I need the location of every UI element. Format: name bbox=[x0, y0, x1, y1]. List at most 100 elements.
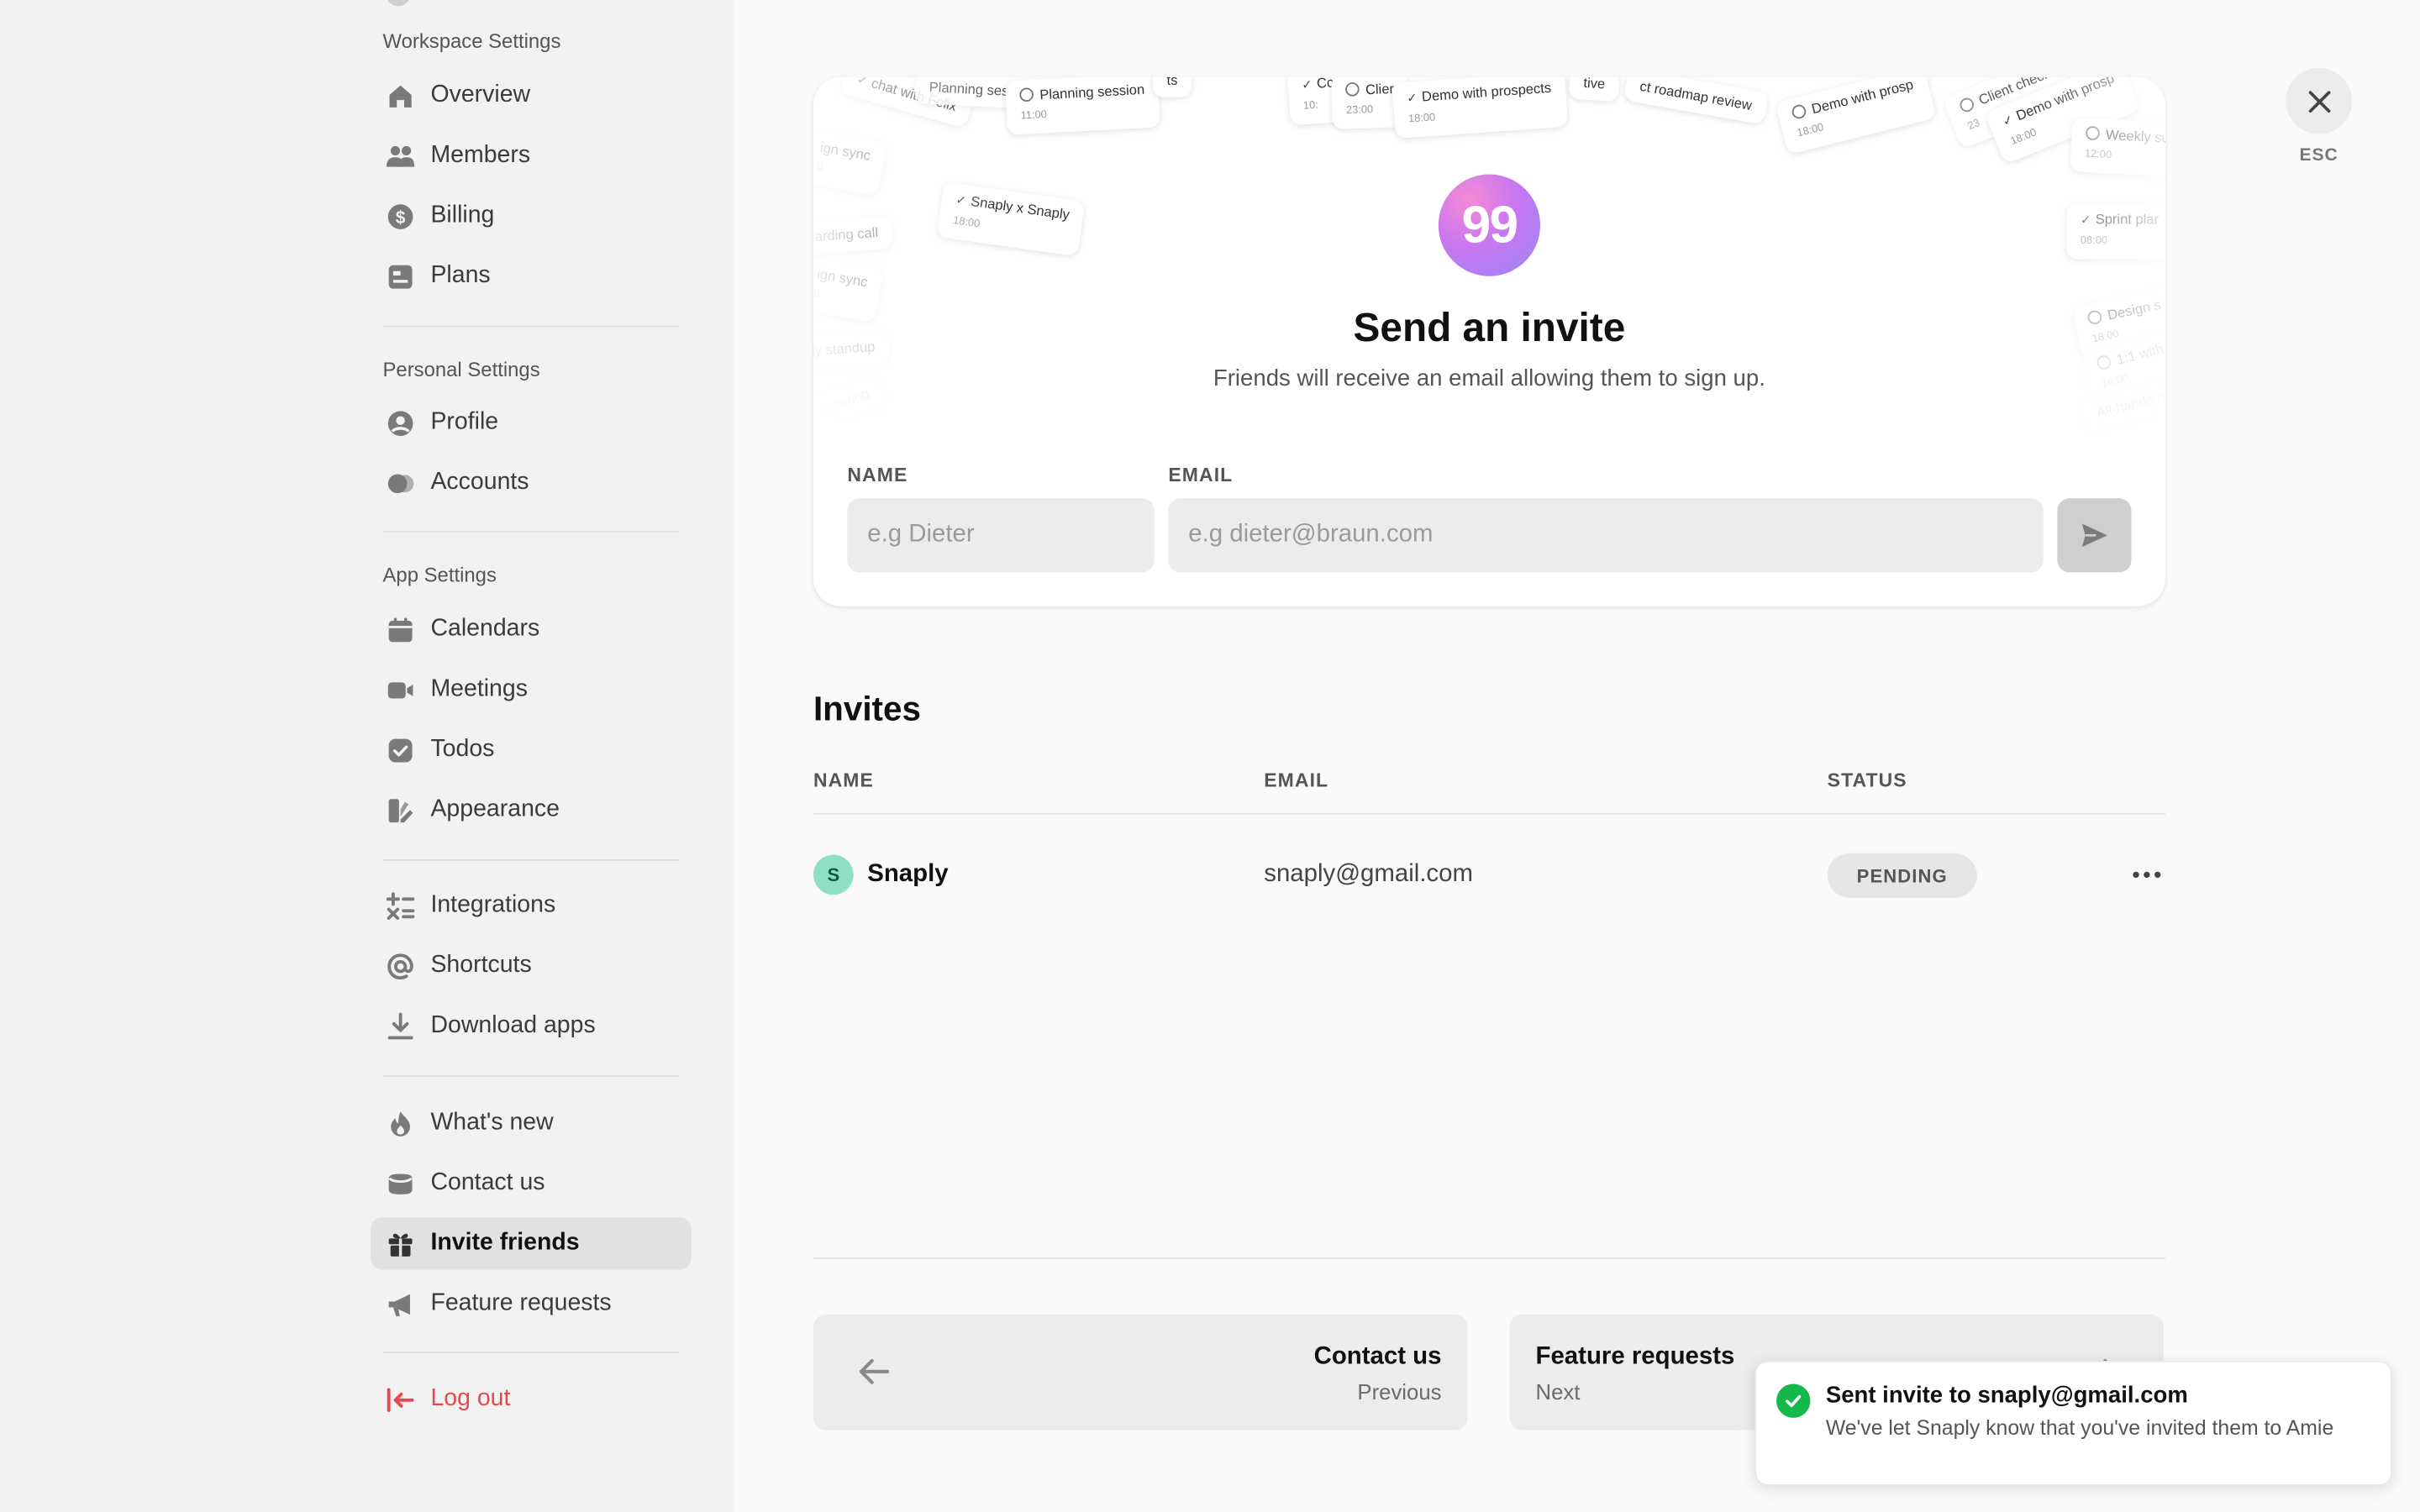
gift-icon bbox=[384, 1228, 415, 1259]
invites-heading: Invites bbox=[813, 690, 921, 728]
sidebar-item-download-apps[interactable]: Download apps bbox=[371, 1000, 692, 1052]
event-chip: tive bbox=[1568, 76, 1621, 102]
logout-icon bbox=[384, 1384, 415, 1415]
event-chip: ts bbox=[1153, 76, 1192, 97]
sidebar-item-contact-us[interactable]: Contact us bbox=[371, 1158, 692, 1210]
sidebar-item-profile[interactable]: Profile bbox=[371, 396, 692, 449]
sidebar-item-meetings[interactable]: Meetings bbox=[371, 664, 692, 716]
sidebar-item-plans[interactable]: Plans bbox=[371, 250, 692, 302]
sidebar-item-billing[interactable]: $ Billing bbox=[371, 190, 692, 242]
flame-icon bbox=[384, 1108, 415, 1139]
event-chip: Planning session 11:00 bbox=[1004, 76, 1161, 135]
section-heading-workspace: Workspace Settings bbox=[382, 29, 561, 53]
invite-card: ✓chat with Felix Planning sessio Plannin… bbox=[813, 76, 2165, 606]
sidebar-item-label: Members bbox=[430, 141, 531, 169]
toast-title: Sent invite to snaply@gmail.com bbox=[1825, 1382, 2188, 1409]
download-icon bbox=[384, 1011, 415, 1042]
sidebar-item-invite-friends[interactable]: Invite friends bbox=[370, 1217, 692, 1270]
dollar-icon: $ bbox=[384, 201, 415, 232]
event-chip: ✓ Demo with prospects 18:00 bbox=[1392, 76, 1568, 139]
previous-page-sub: Previous bbox=[1357, 1379, 1442, 1404]
sidebar-item-accounts[interactable]: Accounts bbox=[371, 457, 692, 509]
inbox-icon bbox=[384, 1168, 415, 1199]
sidebar-item-whats-new[interactable]: What's new bbox=[371, 1097, 692, 1149]
sidebar-divider bbox=[382, 859, 680, 861]
sidebar-item-feature-requests[interactable]: Feature requests bbox=[371, 1278, 692, 1330]
sidebar-item-overview[interactable]: Overview bbox=[371, 70, 692, 122]
event-chip: ✓ Snaply x Snaply 18:00 bbox=[936, 181, 1086, 257]
event-chip: Demo with prosp 18:00 bbox=[1775, 76, 1936, 155]
appearance-icon bbox=[384, 795, 415, 826]
event-chip: ct roadmap review bbox=[1623, 76, 1769, 125]
event-chip: arding call bbox=[813, 216, 893, 255]
sidebar-item-shortcuts[interactable]: Shortcuts bbox=[371, 940, 692, 992]
email-input[interactable] bbox=[1168, 498, 2044, 573]
send-invite-button[interactable] bbox=[2057, 498, 2132, 573]
sidebar-divider bbox=[382, 530, 680, 533]
members-icon bbox=[384, 140, 415, 171]
svg-text:$: $ bbox=[395, 207, 405, 227]
close-button[interactable] bbox=[2286, 67, 2353, 134]
toast-body: We've let Snaply know that you've invite… bbox=[1825, 1416, 2334, 1440]
sidebar-item-label: Integrations bbox=[430, 891, 556, 918]
avatar: S bbox=[813, 854, 854, 895]
status-badge: PENDING bbox=[1827, 853, 1977, 898]
sidebar-item-appearance[interactable]: Appearance bbox=[371, 784, 692, 836]
row-more-button[interactable] bbox=[2127, 861, 2167, 889]
video-icon bbox=[384, 675, 415, 706]
sidebar-item-calendars[interactable]: Calendars bbox=[371, 603, 692, 655]
sidebar-item-todos[interactable]: Todos bbox=[371, 723, 692, 775]
logout-button[interactable]: Log out bbox=[371, 1373, 692, 1425]
section-heading-app: App Settings bbox=[382, 563, 497, 586]
sidebar-item-label: Shortcuts bbox=[430, 952, 532, 979]
name-field-label: NAME bbox=[847, 464, 908, 486]
sidebar-item-label: Profile bbox=[430, 408, 499, 435]
sidebar-item-members[interactable]: Members bbox=[371, 129, 692, 181]
event-chip: ign sync 0 bbox=[813, 129, 887, 197]
sidebar-divider bbox=[382, 1351, 680, 1353]
sidebar-item-label: Contact us bbox=[430, 1169, 545, 1196]
sidebar-item-label: What's new bbox=[430, 1109, 554, 1136]
sidebar-item-label: Invite friends bbox=[430, 1229, 580, 1257]
sidebar-item-integrations[interactable]: Integrations bbox=[371, 879, 692, 932]
arrow-left-icon bbox=[856, 1356, 890, 1387]
integrations-icon bbox=[384, 890, 415, 921]
checkbox-icon bbox=[384, 734, 415, 765]
table-header-divider bbox=[813, 812, 2165, 815]
footer-divider bbox=[813, 1257, 2165, 1259]
toast-notification: Sent invite to snaply@gmail.com We've le… bbox=[1754, 1360, 2392, 1486]
sidebar-item-label: Todos bbox=[430, 736, 495, 763]
sidebar-item-label: Feature requests bbox=[430, 1289, 612, 1316]
sidebar-item-label: Plans bbox=[430, 262, 491, 289]
previous-page-button[interactable]: Contact us Previous bbox=[813, 1314, 1468, 1431]
sidebar-item-label: Accounts bbox=[430, 469, 529, 496]
column-header-status: STATUS bbox=[1827, 769, 1907, 792]
sidebar: Workspace Settings Overview Members $ Bi… bbox=[0, 0, 734, 1512]
email-field-label: EMAIL bbox=[1168, 464, 1234, 486]
esc-label: ESC bbox=[2299, 146, 2338, 165]
profile-icon bbox=[384, 407, 415, 438]
sidebar-item-label: Appearance bbox=[430, 795, 560, 822]
section-heading-personal: Personal Settings bbox=[382, 358, 540, 381]
sidebar-item-label: Download apps bbox=[430, 1011, 596, 1039]
more-horizontal-icon bbox=[2131, 870, 2162, 879]
event-chip: ✓ Sprint plar 08:00 bbox=[2066, 203, 2165, 260]
calendar-icon bbox=[384, 614, 415, 645]
next-page-sub: Next bbox=[1535, 1379, 1581, 1404]
column-header-email: EMAIL bbox=[1264, 769, 1329, 792]
previous-page-title: Contact us bbox=[1313, 1343, 1442, 1370]
sidebar-divider bbox=[382, 1075, 680, 1078]
logout-label: Log out bbox=[430, 1385, 511, 1412]
close-icon bbox=[2307, 89, 2331, 113]
clipped-icon bbox=[386, 0, 411, 7]
accounts-icon bbox=[384, 468, 415, 499]
sidebar-item-label: Meetings bbox=[430, 675, 528, 702]
invite-subtitle: Friends will receive an email allowing t… bbox=[1213, 365, 1765, 392]
sidebar-item-label: Overview bbox=[430, 81, 531, 108]
invite-title: Send an invite bbox=[1353, 303, 1626, 350]
invitee-name: Snaply bbox=[867, 860, 949, 888]
check-circle-icon bbox=[1776, 1383, 1811, 1418]
home-icon bbox=[384, 81, 415, 112]
invite-count-badge: 99 bbox=[1438, 174, 1541, 276]
name-input[interactable] bbox=[847, 498, 1155, 573]
